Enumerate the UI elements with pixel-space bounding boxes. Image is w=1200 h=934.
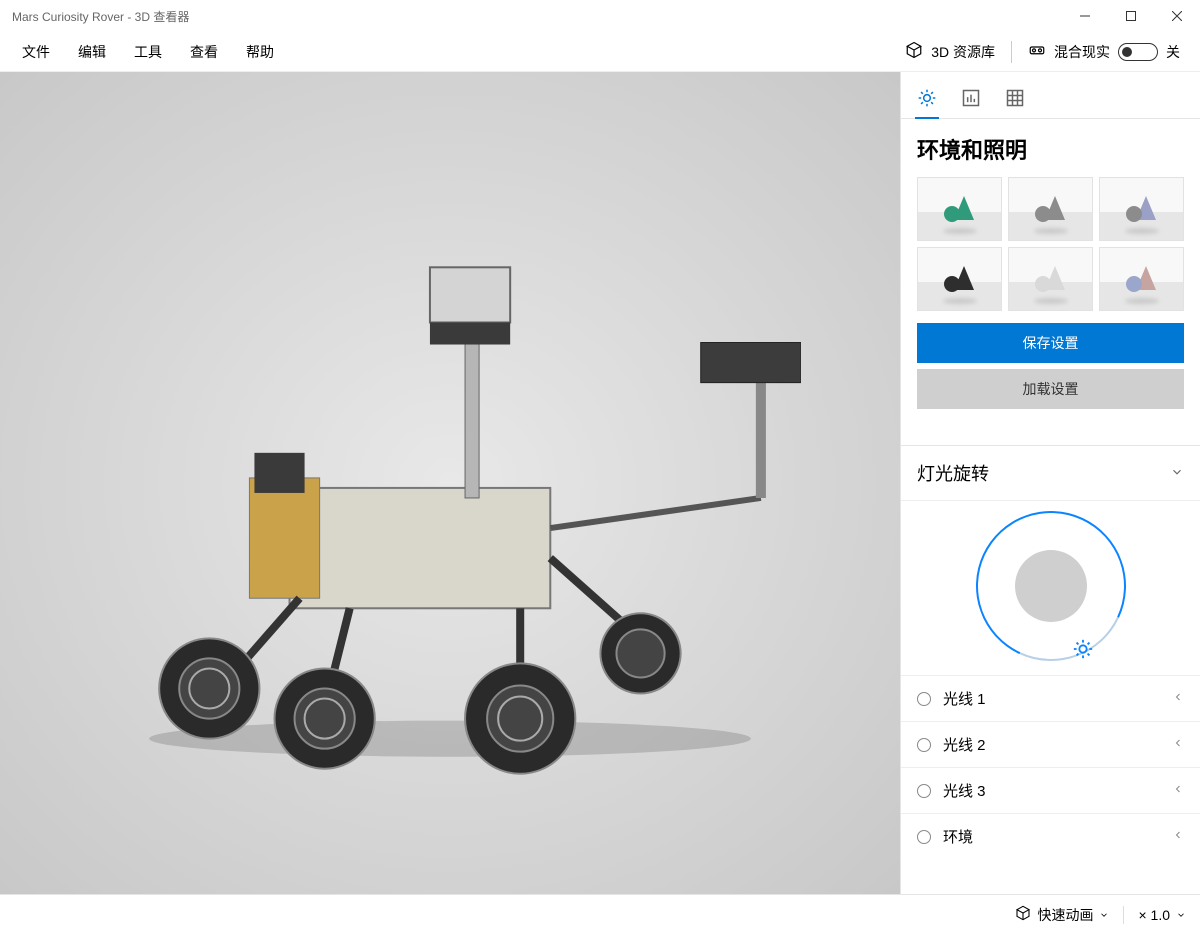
- zoom-label: × 1.0: [1138, 907, 1170, 923]
- mixed-reality-label: 混合现实: [1054, 42, 1110, 62]
- chevron-left-icon: [1172, 736, 1184, 753]
- light-row-1[interactable]: 光线 1: [901, 675, 1200, 721]
- menu-edit[interactable]: 编辑: [64, 36, 120, 68]
- load-settings-button[interactable]: 加载设置: [917, 369, 1184, 409]
- menu-tools[interactable]: 工具: [120, 36, 176, 68]
- sidebar-tabs: [901, 72, 1200, 119]
- mixed-reality-state: 关: [1166, 42, 1180, 62]
- panel-title: 环境和照明: [917, 133, 1184, 165]
- chevron-left-icon: [1172, 782, 1184, 799]
- radio-icon[interactable]: [917, 830, 931, 844]
- light-label: 环境: [943, 826, 1172, 847]
- radio-icon[interactable]: [917, 692, 931, 706]
- tab-stats[interactable]: [961, 84, 981, 118]
- grid-icon: [1005, 88, 1025, 108]
- maximize-button[interactable]: [1108, 0, 1154, 32]
- quick-anim-label: 快速动画: [1037, 905, 1093, 925]
- minimize-button[interactable]: [1062, 0, 1108, 32]
- chevron-left-icon: [1172, 690, 1184, 707]
- chevron-down-icon: [1170, 463, 1184, 484]
- light-row-2[interactable]: 光线 2: [901, 721, 1200, 767]
- divider: [1123, 906, 1124, 924]
- cube-icon: [905, 41, 923, 62]
- light-label: 光线 3: [943, 780, 1172, 801]
- preset-grid: [917, 177, 1184, 311]
- save-settings-button[interactable]: 保存设置: [917, 323, 1184, 363]
- radio-icon[interactable]: [917, 738, 931, 752]
- quick-anim-button[interactable]: 快速动画: [1015, 905, 1109, 925]
- menubar-left: 文件 编辑 工具 查看 帮助: [8, 36, 288, 68]
- light-label: 光线 2: [943, 734, 1172, 755]
- light-label: 光线 1: [943, 688, 1172, 709]
- preset-thumb-2[interactable]: [1008, 177, 1093, 241]
- rover-model[interactable]: [99, 187, 801, 779]
- menubar: 文件 编辑 工具 查看 帮助 3D 资源库 混合现实 关: [0, 32, 1200, 72]
- mixed-reality-control: 混合现实 关: [1028, 41, 1180, 62]
- rotation-section-header[interactable]: 灯光旋转: [901, 446, 1200, 501]
- menubar-divider: [1011, 41, 1012, 63]
- light-row-3[interactable]: 光线 3: [901, 767, 1200, 813]
- zoom-control[interactable]: × 1.0: [1138, 907, 1186, 923]
- rotation-panel: [901, 501, 1200, 675]
- preset-thumb-6[interactable]: [1099, 247, 1184, 311]
- tab-lighting[interactable]: [917, 84, 937, 118]
- library-button[interactable]: 3D 资源库: [905, 41, 995, 62]
- chevron-down-icon: [1099, 907, 1109, 923]
- tab-grid[interactable]: [1005, 84, 1025, 118]
- chart-icon: [961, 88, 981, 108]
- 3d-viewport[interactable]: [0, 72, 900, 894]
- chevron-left-icon: [1172, 828, 1184, 845]
- preset-thumb-3[interactable]: [1099, 177, 1184, 241]
- menu-help[interactable]: 帮助: [232, 36, 288, 68]
- window-controls: [1062, 0, 1200, 32]
- headset-icon: [1028, 41, 1046, 62]
- rotation-header-label: 灯光旋转: [917, 460, 989, 486]
- sun-handle-icon[interactable]: [1072, 638, 1094, 665]
- env-lighting-panel: 环境和照明 保存设置 加载设置: [901, 119, 1200, 429]
- preset-thumb-1[interactable]: [917, 177, 1002, 241]
- sidebar: 环境和照明 保存设置 加载设置 灯光旋转: [900, 72, 1200, 894]
- window-title: Mars Curiosity Rover - 3D 查看器: [12, 8, 1062, 25]
- preset-thumb-4[interactable]: [917, 247, 1002, 311]
- library-label: 3D 资源库: [931, 42, 995, 62]
- radio-icon[interactable]: [917, 784, 931, 798]
- content-area: 环境和照明 保存设置 加载设置 灯光旋转: [0, 72, 1200, 894]
- sun-icon: [917, 88, 937, 108]
- preset-thumb-5[interactable]: [1008, 247, 1093, 311]
- mixed-reality-toggle[interactable]: [1118, 43, 1158, 61]
- close-button[interactable]: [1154, 0, 1200, 32]
- menubar-right: 3D 资源库 混合现实 关: [905, 41, 1192, 63]
- chevron-down-icon: [1176, 907, 1186, 923]
- menu-file[interactable]: 文件: [8, 36, 64, 68]
- window-titlebar: Mars Curiosity Rover - 3D 查看器: [0, 0, 1200, 32]
- cube-icon: [1015, 905, 1031, 924]
- rotation-dial[interactable]: [976, 511, 1126, 661]
- light-row-4[interactable]: 环境: [901, 813, 1200, 859]
- statusbar: 快速动画 × 1.0: [0, 894, 1200, 934]
- menu-view[interactable]: 查看: [176, 36, 232, 68]
